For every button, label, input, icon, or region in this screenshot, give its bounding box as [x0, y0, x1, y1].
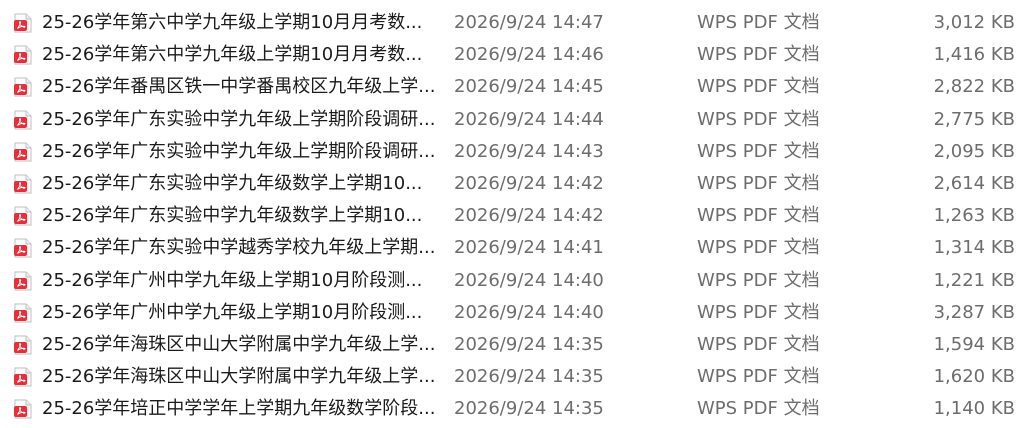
file-row[interactable]: 25-26学年海珠区中山大学附属中学九年级上学... 2026/9/24 14:… [0, 361, 1035, 393]
file-row[interactable]: 25-26学年广东实验中学九年级上学期阶段调研... 2026/9/24 14:… [0, 136, 1035, 168]
pdf-icon [13, 45, 33, 65]
file-size: 1,594 KB [933, 333, 1015, 355]
file-list: 25-26学年第六中学九年级上学期10月月考数... 2026/9/24 14:… [0, 0, 1035, 425]
pdf-icon [13, 110, 33, 130]
file-row[interactable]: 25-26学年番禺区铁一中学番禺校区九年级上学... 2026/9/24 14:… [0, 71, 1035, 103]
file-type: WPS PDF 文档 [697, 205, 820, 227]
pdf-icon [13, 271, 33, 291]
file-size: 1,140 KB [933, 398, 1015, 420]
file-modified: 2026/9/24 14:42 [454, 205, 604, 227]
file-name: 25-26学年广州中学九年级上学期10月阶段测... [42, 269, 423, 291]
file-size: 2,095 KB [933, 140, 1015, 162]
file-row[interactable]: 25-26学年广东实验中学越秀学校九年级上学期... 2026/9/24 14:… [0, 232, 1035, 264]
file-type: WPS PDF 文档 [697, 269, 820, 291]
pdf-icon [13, 335, 33, 355]
file-size: 3,287 KB [933, 301, 1015, 323]
file-size: 1,416 KB [933, 44, 1015, 66]
file-size: 1,620 KB [933, 366, 1015, 388]
file-modified: 2026/9/24 14:40 [454, 301, 604, 323]
pdf-icon [13, 367, 33, 387]
pdf-icon [13, 142, 33, 162]
file-row[interactable]: 25-26学年广州中学九年级上学期10月阶段测... 2026/9/24 14:… [0, 297, 1035, 329]
file-row[interactable]: 25-26学年广东实验中学九年级数学上学期10... 2026/9/24 14:… [0, 200, 1035, 232]
pdf-icon [13, 238, 33, 258]
file-name: 25-26学年番禺区铁一中学番禺校区九年级上学... [42, 76, 436, 98]
file-row[interactable]: 25-26学年广东实验中学九年级数学上学期10... 2026/9/24 14:… [0, 168, 1035, 200]
file-modified: 2026/9/24 14:35 [454, 333, 604, 355]
file-type: WPS PDF 文档 [697, 44, 820, 66]
file-type: WPS PDF 文档 [697, 333, 820, 355]
file-modified: 2026/9/24 14:42 [454, 172, 604, 194]
file-size: 1,221 KB [933, 269, 1015, 291]
file-size: 2,775 KB [933, 108, 1015, 130]
pdf-icon [13, 303, 33, 323]
file-modified: 2026/9/24 14:45 [454, 76, 604, 98]
file-size: 3,012 KB [933, 12, 1015, 33]
pdf-icon [13, 77, 33, 97]
file-name: 25-26学年海珠区中山大学附属中学九年级上学... [42, 333, 436, 355]
file-type: WPS PDF 文档 [697, 140, 820, 162]
file-row[interactable]: 25-26学年广州中学九年级上学期10月阶段测... 2026/9/24 14:… [0, 265, 1035, 297]
file-type: WPS PDF 文档 [697, 76, 820, 98]
file-modified: 2026/9/24 14:41 [454, 237, 604, 259]
file-name: 25-26学年培正中学学年上学期九年级数学阶段... [42, 398, 436, 420]
file-modified: 2026/9/24 14:44 [454, 108, 604, 130]
file-name: 25-26学年第六中学九年级上学期10月月考数... [42, 44, 423, 66]
file-size: 2,822 KB [933, 76, 1015, 98]
file-type: WPS PDF 文档 [697, 108, 820, 130]
file-name: 25-26学年广东实验中学越秀学校九年级上学期... [42, 237, 436, 259]
pdf-icon [13, 399, 33, 419]
pdf-icon [13, 13, 33, 33]
file-size: 1,263 KB [933, 205, 1015, 227]
file-row[interactable]: 25-26学年第六中学九年级上学期10月月考数... 2026/9/24 14:… [0, 39, 1035, 71]
file-type: WPS PDF 文档 [697, 172, 820, 194]
file-name: 25-26学年广东实验中学九年级上学期阶段调研... [42, 108, 436, 130]
file-size: 1,314 KB [933, 237, 1015, 259]
file-size: 2,614 KB [933, 172, 1015, 194]
pdf-icon [13, 206, 33, 226]
file-name: 25-26学年海珠区中山大学附属中学九年级上学... [42, 366, 436, 388]
file-modified: 2026/9/24 14:35 [454, 366, 604, 388]
file-name: 25-26学年广东实验中学九年级数学上学期10... [42, 172, 423, 194]
file-name: 25-26学年第六中学九年级上学期10月月考数... [42, 12, 423, 33]
file-name: 25-26学年广东实验中学九年级数学上学期10... [42, 205, 423, 227]
file-modified: 2026/9/24 14:47 [454, 12, 604, 33]
file-name: 25-26学年广州中学九年级上学期10月阶段测... [42, 301, 423, 323]
file-type: WPS PDF 文档 [697, 301, 820, 323]
file-type: WPS PDF 文档 [697, 366, 820, 388]
file-type: WPS PDF 文档 [697, 398, 820, 420]
file-type: WPS PDF 文档 [697, 12, 820, 33]
file-name: 25-26学年广东实验中学九年级上学期阶段调研... [42, 140, 436, 162]
file-row[interactable]: 25-26学年第六中学九年级上学期10月月考数... 2026/9/24 14:… [0, 7, 1035, 39]
file-row[interactable]: 25-26学年广东实验中学九年级上学期阶段调研... 2026/9/24 14:… [0, 104, 1035, 136]
file-modified: 2026/9/24 14:46 [454, 44, 604, 66]
file-row[interactable]: 25-26学年培正中学学年上学期九年级数学阶段... 2026/9/24 14:… [0, 393, 1035, 425]
file-type: WPS PDF 文档 [697, 237, 820, 259]
file-modified: 2026/9/24 14:43 [454, 140, 604, 162]
pdf-icon [13, 174, 33, 194]
file-row[interactable]: 25-26学年海珠区中山大学附属中学九年级上学... 2026/9/24 14:… [0, 329, 1035, 361]
file-modified: 2026/9/24 14:40 [454, 269, 604, 291]
file-modified: 2026/9/24 14:35 [454, 398, 604, 420]
